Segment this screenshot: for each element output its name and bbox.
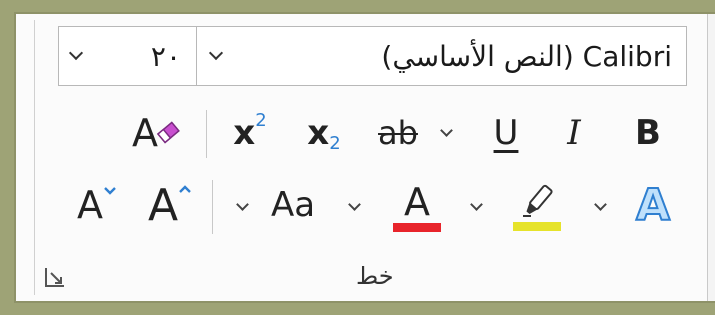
- chevron-down-icon[interactable]: [440, 124, 453, 137]
- strikethrough-button[interactable]: ab: [366, 106, 430, 160]
- font-group-panel: ٢٠ (النص الأساسي) Calibri A x 2 x 2 ab U…: [14, 12, 715, 303]
- highlighter-pen-icon: [523, 184, 553, 217]
- superscript-sup: 2: [255, 110, 267, 131]
- clear-formatting-button[interactable]: A: [126, 106, 184, 160]
- strikethrough-label: ab: [378, 114, 418, 152]
- change-case-button[interactable]: Aa: [258, 176, 328, 234]
- underline-button[interactable]: U: [482, 106, 530, 160]
- superscript-button[interactable]: x 2: [222, 106, 278, 160]
- shrink-font-label: A: [77, 183, 103, 227]
- group-right-divider: [707, 14, 715, 301]
- font-color-button[interactable]: A: [386, 174, 448, 238]
- font-size-value[interactable]: ٢٠: [151, 40, 181, 73]
- shrink-font-button[interactable]: A: [68, 174, 126, 236]
- chevron-down-icon[interactable]: [470, 198, 483, 211]
- font-color-bar: [393, 222, 441, 232]
- bold-button[interactable]: B: [624, 106, 672, 160]
- row2-separator: [206, 110, 207, 158]
- grow-font-label: A: [147, 179, 179, 231]
- chevron-down-icon[interactable]: [594, 198, 607, 211]
- chevron-down-icon[interactable]: [236, 198, 249, 211]
- chevron-down-icon: [104, 187, 116, 195]
- dialog-launcher-icon[interactable]: [44, 266, 66, 288]
- clear-formatting-icon: A: [132, 111, 180, 155]
- superscript-base: x: [233, 113, 256, 153]
- highlight-button[interactable]: [506, 174, 568, 238]
- chevron-up-icon: [179, 185, 191, 193]
- font-name-combobox[interactable]: (النص الأساسي) Calibri: [196, 26, 687, 86]
- chevron-down-icon[interactable]: [68, 45, 84, 61]
- subscript-base: x: [307, 113, 330, 153]
- grow-font-button[interactable]: A: [138, 174, 202, 236]
- font-color-label: A: [404, 179, 430, 224]
- font-group-label: خط: [356, 262, 394, 290]
- subscript-button[interactable]: x 2: [296, 106, 352, 160]
- bold-label: B: [635, 113, 661, 153]
- chevron-down-icon[interactable]: [348, 198, 361, 211]
- row3-separator: [212, 180, 213, 234]
- highlight-color-bar: [513, 221, 561, 231]
- font-name-value[interactable]: (النص الأساسي) Calibri: [235, 40, 672, 73]
- subscript-sub: 2: [329, 133, 341, 154]
- italic-button[interactable]: I: [550, 106, 598, 160]
- svg-text:A: A: [132, 111, 158, 155]
- italic-label: I: [567, 113, 581, 153]
- text-effects-label: A: [635, 179, 671, 232]
- change-case-label: Aa: [270, 185, 316, 225]
- chevron-down-icon[interactable]: [208, 45, 224, 61]
- group-left-divider: [34, 20, 35, 295]
- underline-label: U: [493, 113, 519, 153]
- text-effects-button[interactable]: A: [622, 174, 684, 236]
- font-size-combobox[interactable]: ٢٠: [58, 26, 198, 86]
